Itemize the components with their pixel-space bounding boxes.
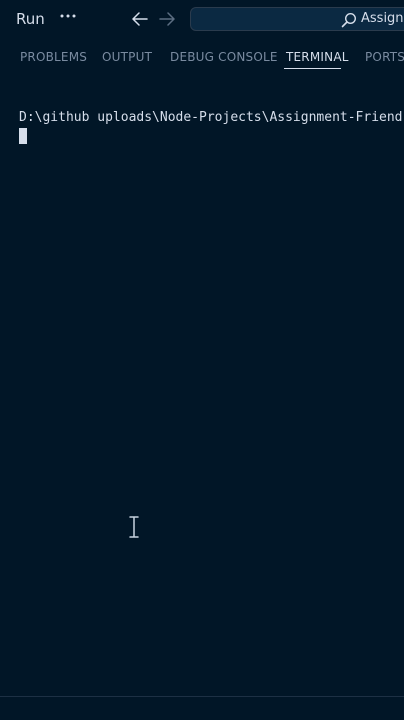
terminal-area[interactable]: D:\github uploads\Node-Projects\Assignme…	[0, 72, 404, 696]
arrow-left-icon[interactable]	[130, 9, 150, 29]
menu-run[interactable]: Run	[16, 10, 45, 28]
status-bar	[0, 697, 404, 720]
tab-problems[interactable]: PROBLEMS	[20, 50, 87, 64]
tab-debug-console[interactable]: DEBUG CONSOLE	[170, 50, 278, 64]
arrow-right-icon[interactable]	[157, 9, 177, 29]
command-center-search[interactable]: Assignm	[190, 7, 404, 31]
terminal-prompt: D:\github uploads\Node-Projects\Assignme…	[19, 110, 404, 125]
active-tab-indicator	[284, 68, 341, 69]
terminal-cursor	[19, 128, 27, 144]
tab-ports[interactable]: PORTS	[365, 50, 404, 64]
ellipsis-icon[interactable]	[58, 6, 78, 26]
tab-output[interactable]: OUTPUT	[102, 50, 152, 64]
i-beam-icon	[128, 516, 140, 538]
editor-window: Run Assignm	[0, 0, 404, 720]
title-bar: Run Assignm	[0, 0, 404, 38]
command-center-label: Assignm	[361, 11, 404, 26]
tab-terminal[interactable]: TERMINAL	[286, 50, 349, 64]
search-icon	[341, 12, 357, 28]
panel-tab-bar: PROBLEMS OUTPUT DEBUG CONSOLE TERMINAL P…	[0, 38, 404, 72]
